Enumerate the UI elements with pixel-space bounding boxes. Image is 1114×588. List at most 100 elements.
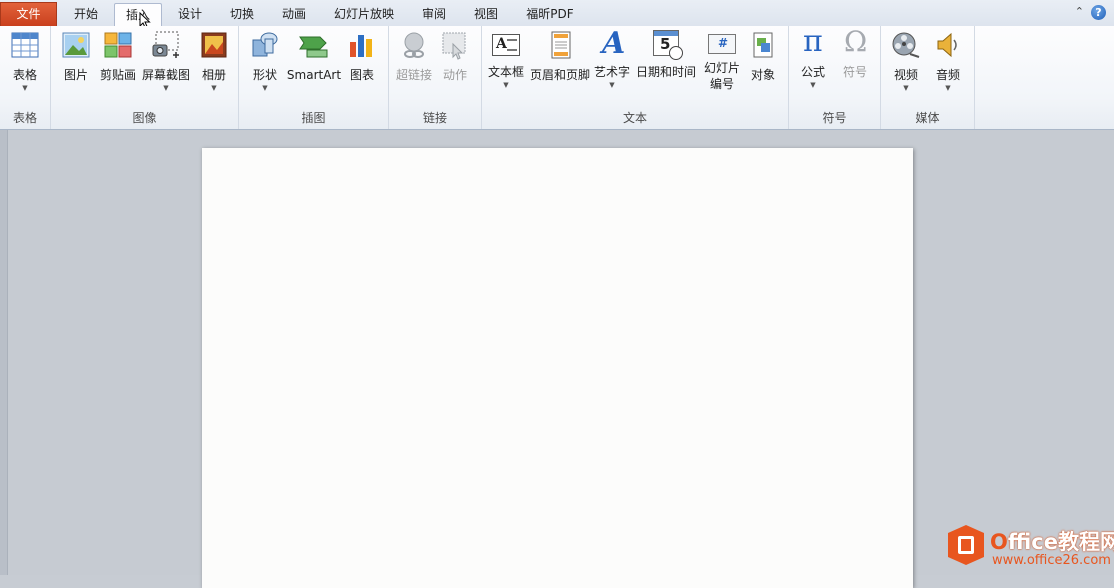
hyperlink-icon	[404, 32, 424, 58]
group-label-symbols: 符号	[822, 111, 847, 125]
chart-button[interactable]: 图表	[344, 30, 380, 83]
audio-label: 音频	[935, 68, 960, 82]
date-time-label: 日期和时间	[635, 65, 696, 79]
dropdown-arrow-icon: ▼	[163, 84, 169, 92]
wordart-label: 艺术字	[593, 65, 630, 79]
chart-label: 图表	[349, 68, 374, 82]
clipart-icon	[104, 32, 132, 58]
tab-view[interactable]: 视图	[462, 3, 510, 26]
equation-icon: π	[797, 24, 829, 60]
slide-canvas[interactable]	[202, 148, 913, 588]
object-icon	[753, 32, 773, 58]
smartart-button[interactable]: SmartArt	[286, 30, 342, 83]
equation-label: 公式	[800, 65, 825, 79]
symbol-label: 符号	[842, 65, 867, 79]
date-time-button[interactable]: 5 日期和时间	[634, 30, 698, 80]
hyperlink-button[interactable]: 超链接	[393, 30, 435, 83]
video-label: 视频	[893, 68, 918, 82]
tab-animations[interactable]: 动画	[270, 3, 318, 26]
group-media: 视频 ▼ 音频 ▼ 媒体	[881, 26, 975, 129]
picture-button[interactable]: 图片	[57, 30, 95, 83]
tab-foxitpdf[interactable]: 福昕PDF	[514, 3, 586, 26]
watermark-brand-rest: ffice教程网	[1007, 530, 1114, 554]
clipart-button[interactable]: 剪贴画	[98, 30, 138, 83]
group-label-links: 链接	[422, 111, 447, 125]
wordart-button[interactable]: A 艺术字 ▼	[592, 26, 632, 90]
action-button[interactable]: 动作	[437, 30, 473, 83]
textbox-glyph: A	[496, 36, 507, 52]
shapes-button[interactable]: 形状 ▼	[245, 30, 285, 93]
dropdown-arrow-icon: ▼	[903, 84, 909, 92]
group-label-images: 图像	[132, 111, 157, 125]
tab-file[interactable]: 文件	[0, 2, 57, 26]
smartart-icon	[299, 36, 328, 58]
group-label-illustrations: 插图	[301, 111, 326, 125]
video-icon	[892, 32, 920, 58]
tab-review[interactable]: 审阅	[410, 3, 458, 26]
action-icon	[442, 32, 466, 60]
dropdown-arrow-icon: ▼	[810, 81, 816, 89]
group-links: 超链接 动作 链接	[389, 26, 482, 129]
wordart-icon: A	[596, 26, 628, 61]
tab-design[interactable]: 设计	[166, 3, 214, 26]
group-label-text: 文本	[622, 111, 647, 125]
photo-album-label: 相册	[201, 68, 226, 82]
tab-slideshow[interactable]: 幻灯片放映	[322, 3, 406, 26]
minimize-ribbon-icon[interactable]: ⌃	[1075, 5, 1084, 18]
action-label: 动作	[442, 68, 467, 82]
picture-label: 图片	[63, 68, 88, 82]
dropdown-arrow-icon: ▼	[211, 84, 217, 92]
shapes-label: 形状	[252, 68, 277, 82]
clock-icon	[669, 46, 683, 60]
symbol-icon: Ω	[839, 25, 871, 60]
ribbon-insert: 表格 ▼ 表格 图片 剪贴画 屏幕截图 ▼ 相册 ▼ 图像 形状 ▼ Smart…	[0, 24, 1114, 130]
slide-number-icon: #	[708, 34, 736, 54]
tab-insert[interactable]: 插入	[114, 3, 162, 27]
screenshot-icon	[152, 31, 179, 58]
photo-album-button[interactable]: 相册 ▼	[194, 30, 234, 93]
screenshot-button[interactable]: 屏幕截图 ▼	[140, 30, 192, 93]
tab-transitions[interactable]: 切换	[218, 3, 266, 26]
slide-pane-edge[interactable]	[0, 130, 8, 575]
symbol-glyph: Ω	[844, 25, 868, 58]
header-footer-icon	[551, 31, 571, 59]
tab-home[interactable]: 开始	[60, 3, 112, 26]
video-button[interactable]: 视频 ▼	[887, 30, 925, 93]
group-symbols: π 公式 ▼ Ω 符号 符号	[789, 24, 881, 129]
dropdown-arrow-icon: ▼	[609, 81, 615, 89]
photo-album-icon	[201, 32, 227, 58]
smartart-label: SmartArt	[286, 68, 342, 82]
speaker-icon	[937, 32, 957, 58]
help-icon[interactable]: ?	[1091, 5, 1106, 20]
shapes-icon	[252, 32, 278, 57]
group-tables: 表格 ▼ 表格	[0, 26, 51, 129]
slide-number-button[interactable]: # 幻灯片 编号	[700, 30, 744, 92]
group-text: A 文本框 ▼ 页眉和页脚 A 艺术字 ▼ 5 日期和时间 # 幻灯片 编号 对…	[482, 26, 789, 129]
table-label: 表格	[12, 68, 37, 82]
wordart-glyph: A	[602, 26, 626, 61]
symbol-button[interactable]: Ω 符号	[837, 25, 873, 80]
equation-glyph: π	[803, 24, 823, 59]
table-icon	[11, 32, 39, 58]
watermark-brand-o: O	[990, 530, 1008, 554]
chart-icon	[350, 35, 372, 57]
slide-number-label-line1: 幻灯片	[703, 61, 740, 75]
table-button[interactable]: 表格 ▼	[4, 30, 46, 93]
textbox-label: 文本框	[487, 65, 524, 79]
object-button[interactable]: 对象	[744, 30, 782, 83]
group-label-media: 媒体	[915, 111, 940, 125]
clipart-label: 剪贴画	[99, 68, 136, 82]
textbox-button[interactable]: A 文本框 ▼	[486, 30, 526, 90]
group-images: 图片 剪贴画 屏幕截图 ▼ 相册 ▼ 图像	[51, 26, 239, 129]
header-footer-button[interactable]: 页眉和页脚	[528, 30, 592, 83]
date-time-icon: 5	[653, 30, 683, 60]
audio-button[interactable]: 音频 ▼	[929, 30, 967, 93]
header-footer-label: 页眉和页脚	[529, 68, 590, 82]
dropdown-arrow-icon: ▼	[945, 84, 951, 92]
ribbon-tab-bar: 文件 开始 插入 设计 切换 动画 幻灯片放映 审阅 视图 福昕PDF ⌃ ?	[0, 0, 1114, 27]
slide-number-label-line2: 编号	[709, 77, 734, 91]
textbox-icon: A	[492, 34, 520, 56]
equation-button[interactable]: π 公式 ▼	[795, 24, 831, 90]
watermark-brand: Office教程网	[990, 526, 1114, 556]
hyperlink-label: 超链接	[395, 68, 432, 82]
